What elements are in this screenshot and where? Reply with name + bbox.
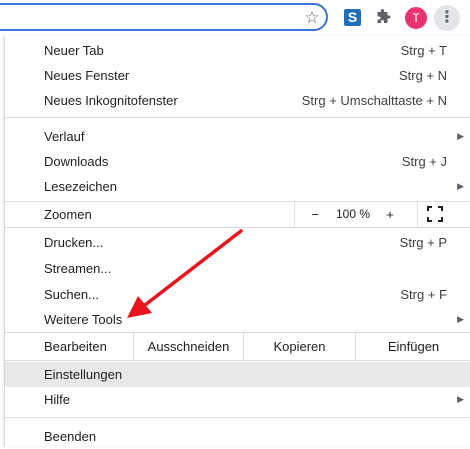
zoom-in-button[interactable]: + [384,202,396,227]
cut-button[interactable]: Ausschneiden [133,333,243,360]
menu-item-new-incognito-window[interactable]: Neues Inkognitofenster Strg + Umschaltta… [5,88,470,113]
zoom-label: Zoomen [44,207,92,222]
menu-item-label: Lesezeichen [44,179,117,194]
menu-item-bookmarks[interactable]: Lesezeichen ▶ [5,174,470,199]
menu-item-shortcut: Strg + N [398,68,447,83]
menu-separator [5,417,470,418]
menu-kebab-icon[interactable]: ⋮ [434,5,460,31]
menu-item-shortcut: Strg + P [399,235,447,250]
menu-item-shortcut: Strg + F [400,287,447,302]
address-bar[interactable] [0,3,328,31]
edit-row: Bearbeiten Ausschneiden Kopieren Einfüge… [5,333,470,360]
profile-avatar[interactable]: T [405,7,427,29]
menu-item-find[interactable]: Suchen... Strg + F [5,282,470,307]
menu-item-label: Neues Inkognitofenster [44,93,178,108]
menu-item-label: Drucken... [44,235,104,250]
menu-item-label: Neues Fenster [44,68,130,83]
menu-item-label: Weitere Tools [44,312,123,327]
menu-item-downloads[interactable]: Downloads Strg + J [5,149,470,174]
menu-item-label: Einstellungen [44,367,123,382]
browser-toolbar: ☆ S T ⋮ [0,0,470,36]
menu-separator [5,117,470,118]
copy-button[interactable]: Kopieren [243,333,355,360]
menu-item-exit[interactable]: Beenden [5,424,470,449]
menu-item-new-tab[interactable]: Neuer Tab Strg + T [5,38,470,63]
menu-item-help[interactable]: Hilfe ▶ [5,387,470,412]
puzzle-icon [377,9,391,23]
menu-item-settings[interactable]: Einstellungen [5,362,470,387]
menu-item-label: Suchen... [44,287,99,302]
menu-separator [5,227,470,228]
menu-separator [5,360,470,361]
menu-item-shortcut: Strg + T [400,43,447,58]
submenu-arrow-icon: ▶ [457,314,464,324]
zoom-controls: − 100 % + [294,202,418,227]
menu-item-shortcut: Strg + Umschalttaste + N [301,93,447,108]
paste-button[interactable]: Einfügen [355,333,470,360]
bookmark-star-icon[interactable]: ☆ [303,9,321,27]
menu-item-label: Beenden [44,429,97,444]
menu-item-more-tools[interactable]: Weitere Tools ▶ [5,307,470,332]
extensions-puzzle-icon[interactable] [374,9,392,27]
menu-item-new-window[interactable]: Neues Fenster Strg + N [5,63,470,88]
edit-label: Bearbeiten [44,339,107,354]
fullscreen-icon[interactable] [427,206,443,222]
menu-item-label: Verlauf [44,129,85,144]
extension-s-icon[interactable]: S [344,9,361,26]
submenu-arrow-icon: ▶ [457,181,464,191]
submenu-arrow-icon: ▶ [457,131,464,141]
menu-item-print[interactable]: Drucken... Strg + P [5,230,470,255]
zoom-level: 100 % [335,207,371,221]
menu-item-label: Streamen... [44,261,112,276]
menu-item-cast[interactable]: Streamen... [5,256,470,281]
menu-item-shortcut: Strg + J [401,154,447,169]
menu-item-label: Downloads [44,154,109,169]
menu-item-label: Neuer Tab [44,43,104,58]
menu-item-label: Hilfe [44,392,71,407]
menu-item-history[interactable]: Verlauf ▶ [5,124,470,149]
chrome-main-menu: Neuer Tab Strg + T Neues Fenster Strg + … [4,36,470,446]
zoom-out-button[interactable]: − [309,202,321,227]
submenu-arrow-icon: ▶ [457,394,464,404]
